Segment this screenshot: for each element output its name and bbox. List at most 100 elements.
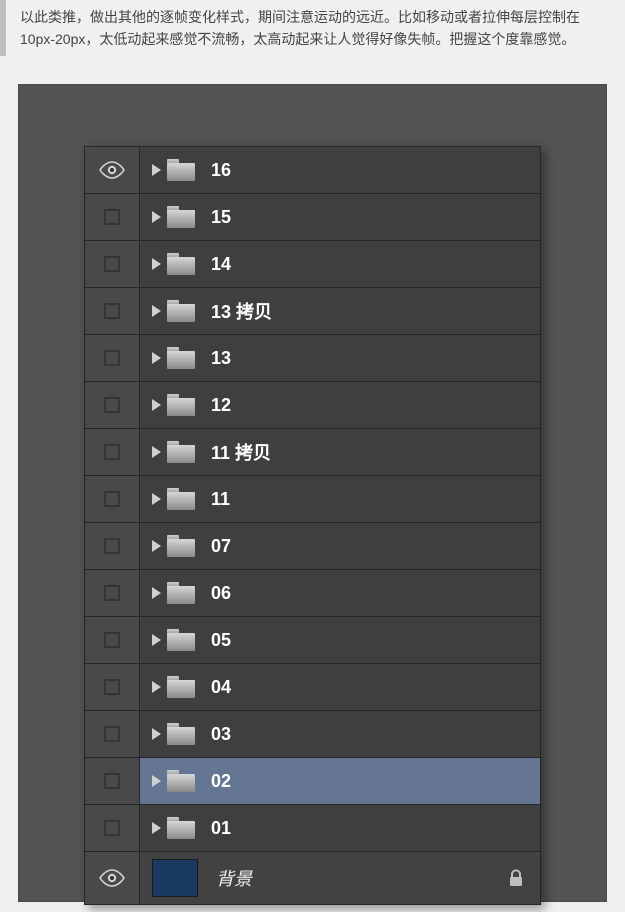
layer-content[interactable]: 12 bbox=[140, 382, 540, 428]
expand-triangle-icon[interactable] bbox=[152, 399, 161, 411]
visibility-empty-icon bbox=[104, 679, 120, 695]
visibility-toggle[interactable] bbox=[84, 241, 140, 287]
layer-content[interactable]: 11 拷贝 bbox=[140, 429, 540, 475]
visibility-empty-icon bbox=[104, 397, 120, 413]
visibility-toggle[interactable] bbox=[84, 617, 140, 663]
layer-content[interactable]: 11 bbox=[140, 476, 540, 522]
layer-content[interactable]: 02 bbox=[140, 758, 540, 804]
visibility-empty-icon bbox=[104, 303, 120, 319]
visibility-toggle[interactable] bbox=[84, 570, 140, 616]
visibility-toggle[interactable] bbox=[84, 805, 140, 851]
layer-name: 15 bbox=[211, 207, 231, 228]
instruction-text: 以此类推，做出其他的逐帧变化样式，期间注意运动的远近。比如移动或者拉伸每层控制在… bbox=[0, 0, 625, 56]
background-layer-row[interactable]: 背景 bbox=[84, 851, 541, 905]
expand-triangle-icon[interactable] bbox=[152, 164, 161, 176]
layer-content[interactable]: 14 bbox=[140, 241, 540, 287]
expand-triangle-icon[interactable] bbox=[152, 728, 161, 740]
expand-triangle-icon[interactable] bbox=[152, 822, 161, 834]
layer-content[interactable]: 07 bbox=[140, 523, 540, 569]
folder-icon bbox=[167, 441, 195, 463]
layer-row[interactable]: 03 bbox=[84, 710, 541, 757]
layer-row[interactable]: 04 bbox=[84, 663, 541, 710]
layer-name: 13 bbox=[211, 348, 231, 369]
visibility-toggle[interactable] bbox=[84, 335, 140, 381]
layer-name: 06 bbox=[211, 583, 231, 604]
layer-row[interactable]: 11 拷贝 bbox=[84, 428, 541, 475]
visibility-toggle[interactable] bbox=[84, 429, 140, 475]
expand-triangle-icon[interactable] bbox=[152, 446, 161, 458]
background-layer-name: 背景 bbox=[216, 865, 252, 891]
expand-triangle-icon[interactable] bbox=[152, 634, 161, 646]
expand-triangle-icon[interactable] bbox=[152, 352, 161, 364]
layers-panel: 16 15 14 13 拷贝 13 12 11 拷贝 11 07 06 050403 02 01 背景 bbox=[84, 146, 541, 905]
folder-icon bbox=[167, 300, 195, 322]
visibility-empty-icon bbox=[104, 209, 120, 225]
expand-triangle-icon[interactable] bbox=[152, 305, 161, 317]
visibility-empty-icon bbox=[104, 632, 120, 648]
layer-row[interactable]: 13 bbox=[84, 334, 541, 381]
folder-icon bbox=[167, 535, 195, 557]
instruction-content: 以此类推，做出其他的逐帧变化样式，期间注意运动的远近。比如移动或者拉伸每层控制在… bbox=[20, 9, 580, 47]
visibility-toggle[interactable] bbox=[84, 758, 140, 804]
layer-content[interactable]: 01 bbox=[140, 805, 540, 851]
layer-row[interactable]: 13 拷贝 bbox=[84, 287, 541, 334]
layer-name: 07 bbox=[211, 536, 231, 557]
visibility-empty-icon bbox=[104, 350, 120, 366]
background-thumbnail bbox=[152, 859, 198, 897]
layer-content[interactable]: 04 bbox=[140, 664, 540, 710]
expand-triangle-icon[interactable] bbox=[152, 258, 161, 270]
layer-name: 13 拷贝 bbox=[211, 298, 272, 324]
expand-triangle-icon[interactable] bbox=[152, 681, 161, 693]
visibility-toggle[interactable] bbox=[84, 147, 140, 193]
expand-triangle-icon[interactable] bbox=[152, 211, 161, 223]
visibility-toggle[interactable] bbox=[84, 382, 140, 428]
layer-row[interactable]: 05 bbox=[84, 616, 541, 663]
expand-triangle-icon[interactable] bbox=[152, 493, 161, 505]
layer-content[interactable]: 05 bbox=[140, 617, 540, 663]
folder-icon bbox=[167, 629, 195, 651]
folder-icon bbox=[167, 253, 195, 275]
layer-row[interactable]: 16 bbox=[84, 146, 541, 193]
layer-row[interactable]: 06 bbox=[84, 569, 541, 616]
folder-icon bbox=[167, 817, 195, 839]
layer-row[interactable]: 01 bbox=[84, 804, 541, 851]
visibility-toggle[interactable] bbox=[84, 194, 140, 240]
layer-row[interactable]: 02 bbox=[84, 757, 541, 804]
visibility-empty-icon bbox=[104, 585, 120, 601]
visibility-toggle[interactable] bbox=[84, 476, 140, 522]
expand-triangle-icon[interactable] bbox=[152, 775, 161, 787]
visibility-toggle[interactable] bbox=[84, 288, 140, 334]
layer-content[interactable]: 03 bbox=[140, 711, 540, 757]
layer-name: 02 bbox=[211, 771, 231, 792]
background-layer-content[interactable]: 背景 bbox=[140, 852, 540, 904]
folder-icon bbox=[167, 159, 195, 181]
layer-name: 12 bbox=[211, 395, 231, 416]
layer-row[interactable]: 07 bbox=[84, 522, 541, 569]
layer-name: 11 拷贝 bbox=[211, 439, 271, 465]
layer-row[interactable]: 15 bbox=[84, 193, 541, 240]
visibility-toggle[interactable] bbox=[84, 664, 140, 710]
visibility-empty-icon bbox=[104, 820, 120, 836]
visibility-toggle[interactable] bbox=[84, 711, 140, 757]
layer-content[interactable]: 13 拷贝 bbox=[140, 288, 540, 334]
visibility-empty-icon bbox=[104, 773, 120, 789]
folder-icon bbox=[167, 394, 195, 416]
layer-name: 01 bbox=[211, 818, 231, 839]
layer-row[interactable]: 14 bbox=[84, 240, 541, 287]
folder-icon bbox=[167, 770, 195, 792]
layer-content[interactable]: 16 bbox=[140, 147, 540, 193]
folder-icon bbox=[167, 488, 195, 510]
lock-icon bbox=[508, 869, 524, 887]
expand-triangle-icon[interactable] bbox=[152, 587, 161, 599]
layer-content[interactable]: 15 bbox=[140, 194, 540, 240]
expand-triangle-icon[interactable] bbox=[152, 540, 161, 552]
layer-content[interactable]: 13 bbox=[140, 335, 540, 381]
visibility-empty-icon bbox=[104, 726, 120, 742]
layer-content[interactable]: 06 bbox=[140, 570, 540, 616]
visibility-toggle[interactable] bbox=[84, 852, 140, 904]
layer-row[interactable]: 12 bbox=[84, 381, 541, 428]
visibility-empty-icon bbox=[104, 491, 120, 507]
layer-name: 14 bbox=[211, 254, 231, 275]
layer-row[interactable]: 11 bbox=[84, 475, 541, 522]
visibility-toggle[interactable] bbox=[84, 523, 140, 569]
